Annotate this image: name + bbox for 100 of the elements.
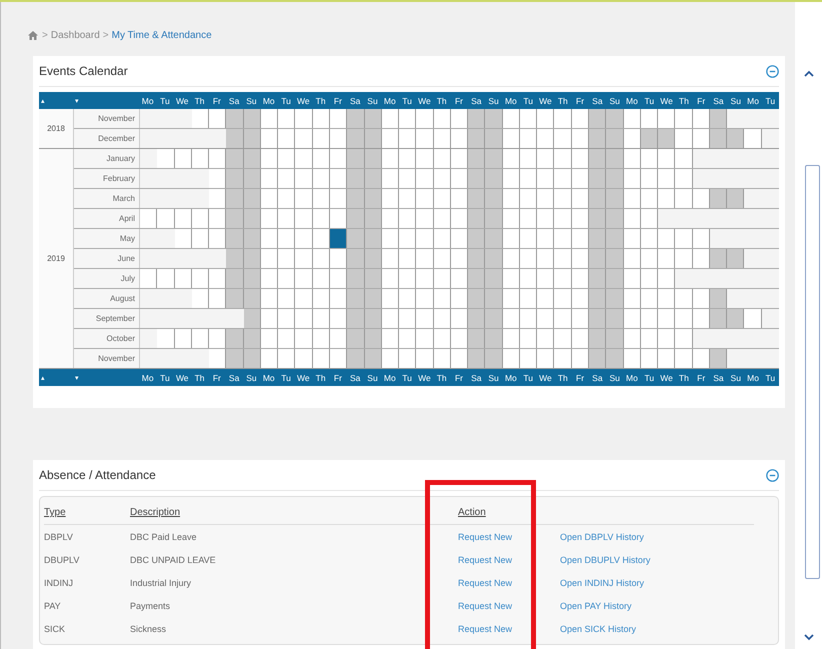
weekday-label: Sa bbox=[350, 96, 360, 106]
weekday-label: Su bbox=[609, 96, 620, 106]
weekday-label: Mo bbox=[747, 96, 759, 106]
weekday-label: Tu bbox=[644, 96, 654, 106]
month-label: January bbox=[106, 154, 135, 163]
column-header[interactable]: Description bbox=[130, 507, 458, 518]
home-icon[interactable] bbox=[28, 30, 38, 40]
weekday-label: We bbox=[660, 96, 673, 106]
month-label: September bbox=[96, 314, 135, 323]
weekday-label: We bbox=[660, 372, 673, 382]
scroll-down-icon[interactable] bbox=[804, 634, 814, 641]
column-header[interactable]: Type bbox=[44, 507, 130, 518]
weekday-label: Fr bbox=[454, 96, 463, 106]
weekday-label: Mo bbox=[142, 96, 154, 106]
weekday-label: Su bbox=[488, 96, 499, 106]
weekday-label: Tu bbox=[402, 372, 412, 382]
table-cell-text: DBPLV bbox=[44, 532, 74, 542]
weekday-label: Su bbox=[246, 96, 257, 106]
table-cell-text: Sickness bbox=[130, 624, 168, 634]
weekday-label: Tu bbox=[160, 372, 170, 382]
weekday-label: Tu bbox=[523, 372, 533, 382]
history-link[interactable]: Open DBPLV History bbox=[560, 532, 754, 542]
column-header[interactable]: Action bbox=[458, 507, 560, 518]
weekday-label: Sa bbox=[713, 96, 724, 106]
weekday-label: Mo bbox=[504, 372, 517, 382]
table-cell-text: DBC UNPAID LEAVE bbox=[130, 554, 217, 564]
weekday-label: Su bbox=[488, 372, 499, 382]
weekday-label: Su bbox=[246, 372, 257, 382]
weekday-label: We bbox=[539, 372, 552, 382]
weekday-label: Sa bbox=[350, 372, 360, 382]
weekday-label: We bbox=[176, 372, 189, 382]
weekday-label: Tu bbox=[644, 372, 654, 382]
request-link[interactable]: Request New bbox=[458, 554, 560, 564]
table-cell-text: DBUPLV bbox=[44, 554, 80, 564]
collapse-icon[interactable] bbox=[766, 468, 779, 482]
weekday-label: Mo bbox=[384, 96, 396, 106]
month-label: August bbox=[110, 294, 135, 303]
weekday-label: Fr bbox=[212, 372, 221, 382]
weekday-label: Mo bbox=[747, 372, 759, 382]
weekday-label: Sa bbox=[713, 372, 724, 382]
month-label: November bbox=[98, 114, 135, 123]
month-label: April bbox=[118, 214, 135, 223]
weekday-label: Sa bbox=[471, 96, 482, 106]
weekday-label: We bbox=[176, 96, 189, 106]
request-link[interactable]: Request New bbox=[458, 600, 560, 610]
weekday-label: Th bbox=[194, 96, 204, 106]
weekday-label: Tu bbox=[281, 96, 291, 106]
weekday-label: Th bbox=[316, 372, 326, 382]
collapse-icon[interactable] bbox=[766, 64, 779, 78]
weekday-label: Mo bbox=[626, 372, 638, 382]
weekday-label: Fr bbox=[697, 96, 706, 106]
weekday-label: We bbox=[539, 96, 552, 106]
table-cell-text: Industrial Injury bbox=[130, 578, 192, 588]
weekday-label: We bbox=[297, 372, 310, 382]
weekday-label: Tu bbox=[160, 96, 170, 106]
weekday-label: Th bbox=[194, 372, 204, 382]
weekday-label: Sa bbox=[471, 372, 482, 382]
weekday-label: Su bbox=[367, 372, 378, 382]
weekday-label: Fr bbox=[454, 372, 463, 382]
panel-title: Events Calendar bbox=[39, 64, 128, 78]
month-label: March bbox=[112, 194, 135, 203]
weekday-label: Fr bbox=[334, 372, 342, 382]
weekday-label: We bbox=[297, 96, 310, 106]
month-label: July bbox=[120, 274, 135, 283]
request-link[interactable]: Request New bbox=[458, 624, 560, 634]
weekday-label: Tu bbox=[766, 96, 776, 106]
scrollbar[interactable] bbox=[795, 2, 822, 649]
weekday-label: Tu bbox=[523, 96, 533, 106]
weekday-label: Th bbox=[436, 96, 447, 106]
weekday-label: Fr bbox=[576, 96, 584, 106]
weekday-label: Tu bbox=[281, 372, 291, 382]
history-link[interactable]: Open DBUPLV History bbox=[560, 554, 754, 564]
month-label: October bbox=[106, 334, 135, 343]
table-cell-text: PAY bbox=[44, 600, 62, 610]
scroll-thumb[interactable] bbox=[805, 165, 820, 579]
history-link[interactable]: Open SICK History bbox=[560, 624, 754, 634]
breadcrumb-link[interactable]: Dashboard bbox=[50, 30, 100, 40]
weekday-label: Th bbox=[316, 96, 326, 106]
weekday-label: We bbox=[418, 372, 431, 382]
request-link[interactable]: Request New bbox=[458, 532, 560, 542]
history-link[interactable]: Open PAY History bbox=[560, 600, 754, 610]
breadcrumb-link[interactable]: My Time & Attendance bbox=[112, 30, 212, 40]
weekday-label: Sa bbox=[592, 372, 603, 382]
weekday-label: Su bbox=[609, 372, 620, 382]
weekday-label: Mo bbox=[262, 372, 275, 382]
weekday-label: Th bbox=[558, 96, 568, 106]
month-label: December bbox=[98, 134, 135, 143]
weekday-label: Sa bbox=[228, 96, 240, 106]
month-label: June bbox=[118, 254, 135, 263]
history-link[interactable]: Open INDINJ History bbox=[560, 578, 754, 588]
scroll-up-icon[interactable] bbox=[804, 70, 814, 77]
request-link[interactable]: Request New bbox=[458, 578, 560, 588]
panel-title: Absence / Attendance bbox=[39, 468, 156, 482]
weekday-label: Su bbox=[730, 96, 741, 106]
month-label: November bbox=[98, 354, 135, 363]
weekday-label: Th bbox=[678, 96, 689, 106]
weekday-label: Su bbox=[730, 372, 741, 382]
weekday-label: We bbox=[418, 96, 431, 106]
weekday-label: Tu bbox=[766, 372, 776, 382]
weekday-label: Mo bbox=[504, 96, 517, 106]
